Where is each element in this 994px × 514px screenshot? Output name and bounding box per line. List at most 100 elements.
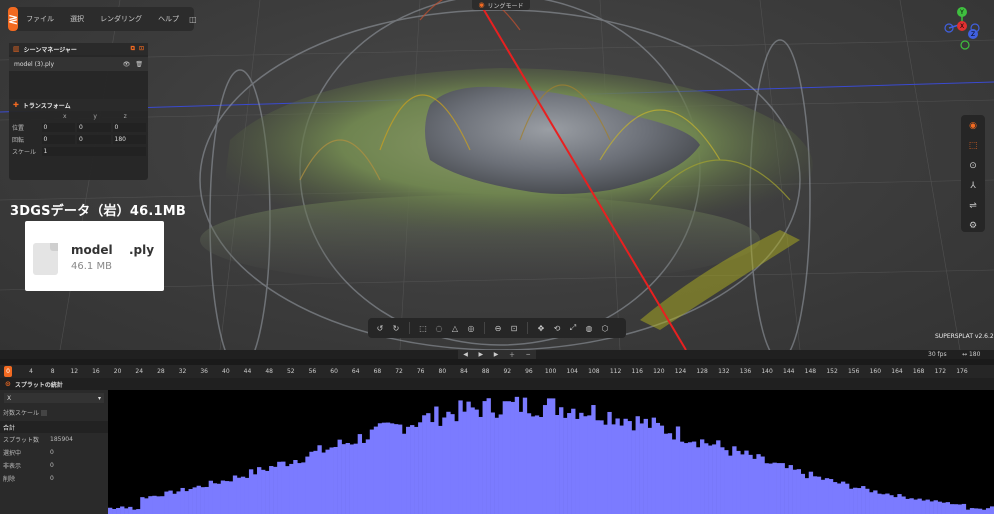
orientation-gizmo[interactable]: Y X Z [937, 4, 987, 54]
menu-file[interactable]: ファイル [18, 14, 62, 24]
histogram-bar [389, 423, 395, 514]
file-extension: .ply [129, 243, 155, 257]
ring-mode-indicator[interactable]: ◉ リングモード [472, 0, 530, 10]
histogram-bar [651, 417, 657, 514]
3d-viewport[interactable]: ≷ ファイル 選択 レンダリング ヘルプ ◫ ◉ リングモード ▥ シーンマネー… [0, 0, 994, 350]
splat-count-row: スプラット数 185904 [0, 433, 108, 446]
new-scene-icon[interactable]: ⊡ [139, 45, 144, 53]
histogram-bar [627, 421, 632, 514]
histogram-bar [494, 417, 499, 514]
log-scale-checkbox[interactable] [41, 409, 48, 416]
histogram-bar [587, 415, 592, 514]
undo-icon[interactable]: ↺ [373, 321, 387, 335]
prev-frame-icon[interactable]: ◀ [463, 351, 468, 358]
histogram-bar [462, 411, 467, 514]
scene-manager-title: シーンマネージャー [23, 46, 77, 54]
fps-select[interactable]: 30 fps [928, 351, 947, 358]
rotation-x-input[interactable]: 0 [41, 134, 76, 144]
position-z-input[interactable]: 0 [112, 122, 146, 132]
histogram-bar [603, 424, 608, 514]
box-select-icon[interactable]: ⊡ [507, 321, 521, 335]
timeline-tick: 72 [395, 368, 403, 375]
histogram-bar [679, 441, 685, 514]
histogram-bar [961, 503, 967, 514]
histogram-bar [792, 469, 797, 514]
gear-icon[interactable]: ⚙ [964, 220, 982, 232]
end-frame-input[interactable]: ↔ 180 [962, 351, 980, 358]
histogram-bar [728, 455, 733, 514]
chevron-down-icon: ▾ [97, 394, 101, 402]
focus-icon[interactable]: ⊙ [964, 160, 982, 172]
panel-icon[interactable]: ◫ [189, 15, 197, 24]
timeline-tick: 92 [503, 368, 512, 375]
histogram-bar [808, 471, 814, 514]
next-frame-icon[interactable]: ▶ [494, 351, 499, 358]
hidden-value: 0 [50, 462, 54, 469]
selected-value: 0 [50, 449, 54, 456]
histogram-bar [828, 479, 834, 514]
remove-key-icon[interactable]: − [526, 351, 531, 358]
log-scale-row: 対数スケール [0, 406, 108, 419]
axis-x-label: x [63, 112, 67, 120]
rotation-y-input[interactable]: 0 [77, 134, 111, 144]
rotation-z-input[interactable]: 180 [112, 134, 146, 144]
timeline-tick: 24 [135, 368, 144, 375]
position-x-input[interactable]: 0 [41, 122, 76, 132]
histogram-bar [595, 420, 600, 514]
translate-icon[interactable]: ✥ [534, 321, 548, 335]
scene-render [0, 0, 994, 350]
world-space-icon[interactable]: ◍ [582, 321, 596, 335]
bound-icon[interactable]: ⬚ [964, 140, 982, 152]
app-logo[interactable]: ≷ [8, 7, 19, 31]
histogram-bar [434, 406, 439, 514]
axes-icon[interactable]: ⅄ [964, 180, 982, 192]
splat-histogram[interactable] [108, 390, 994, 514]
histogram-bar [824, 478, 830, 514]
divider [409, 322, 410, 334]
timeline-ruler[interactable]: 4 8 12 16 20 24 28 32 36 40 44 48 52 56 60 64 68 72 76 80 84… [0, 365, 994, 379]
rotate-icon[interactable]: ⟲ [550, 321, 564, 335]
eye-icon[interactable]: 👁 [123, 61, 131, 68]
scale-input[interactable]: 1 [41, 146, 146, 156]
scale-label: スケール [12, 148, 37, 156]
histogram-bar [325, 449, 330, 514]
model-name: model (3).ply [14, 60, 55, 68]
sphere-select-icon[interactable]: ⊖ [491, 321, 505, 335]
histogram-bar [168, 490, 173, 514]
scale-icon[interactable]: ⤢ [566, 321, 580, 335]
histogram-bar [365, 439, 371, 514]
trash-icon[interactable]: 🗑 [135, 61, 143, 68]
redo-icon[interactable]: ↻ [389, 321, 403, 335]
model-list-item[interactable]: model (3).ply 👁 🗑 [9, 57, 148, 71]
histogram-bar [530, 416, 536, 514]
polygon-icon[interactable]: △ [448, 321, 462, 335]
ring-mode-icon[interactable]: ◉ [964, 120, 982, 132]
lasso-icon[interactable]: ◌ [432, 321, 446, 335]
histogram-bar [466, 401, 471, 514]
play-icon[interactable]: ▶ [479, 351, 484, 358]
histogram-bar [454, 421, 459, 514]
menu-help[interactable]: ヘルプ [150, 14, 187, 24]
position-y-input[interactable]: 0 [77, 122, 111, 132]
move-icon: ✚ [13, 101, 19, 109]
menu-render[interactable]: レンダリング [92, 14, 150, 24]
histogram-bar [724, 450, 729, 514]
gizmo-y-label: Y [959, 9, 964, 16]
playhead[interactable]: 0 [4, 366, 12, 377]
property-select[interactable]: X ▾ [4, 393, 104, 403]
histogram-bar [228, 481, 234, 514]
pivot-icon[interactable]: ⬡ [598, 321, 612, 335]
histogram-bar [836, 483, 842, 514]
rotation-row: 回転 0 0 180 [9, 133, 148, 145]
menu-select[interactable]: 選択 [62, 14, 92, 24]
pick-icon[interactable]: ⬚ [416, 321, 430, 335]
add-key-icon[interactable]: ＋ [509, 350, 515, 359]
histogram-bar [901, 496, 906, 514]
histogram-bar [683, 443, 689, 514]
histogram-bar [164, 491, 169, 514]
histogram-bar [136, 509, 141, 514]
sliders-icon[interactable]: ⇌ [964, 200, 982, 212]
brush-icon[interactable]: ◎ [464, 321, 478, 335]
import-icon[interactable]: ⧉ [131, 45, 135, 53]
gizmo-neg-y-handle[interactable] [960, 40, 970, 50]
